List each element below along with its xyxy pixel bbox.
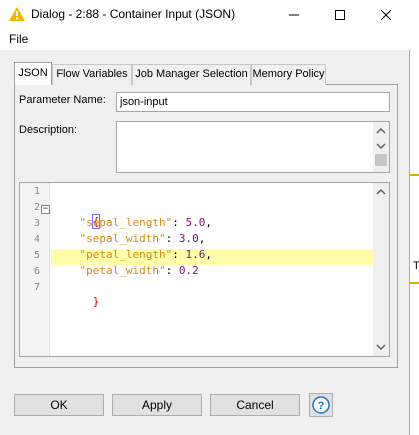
ok-button-label: OK — [50, 398, 68, 412]
code-line: "petal_length": 1.6, — [53, 247, 212, 262]
apply-button-label: Apply — [141, 398, 173, 412]
background-connector-line — [410, 174, 419, 176]
json-key: "sepal_width" — [79, 232, 166, 245]
tab-flow-variables[interactable]: Flow Variables — [52, 64, 132, 85]
line-number: 3 — [33, 218, 40, 229]
line-number: 6 — [33, 266, 40, 277]
fold-toggle-icon[interactable]: − — [41, 205, 50, 214]
line-number: 7 — [33, 282, 40, 293]
json-number: 5.0 — [185, 216, 206, 229]
code-line: "sepal_width": 3.0, — [53, 231, 206, 246]
close-button[interactable] — [363, 0, 409, 30]
line-number-gutter: 1 2 3 4 5 6 7 − — [20, 183, 50, 356]
line-number: 4 — [33, 234, 40, 245]
json-number: 3.0 — [178, 232, 199, 245]
editor-scrollbar[interactable] — [373, 183, 389, 356]
json-colon: : — [165, 232, 179, 245]
parameter-name-input[interactable] — [116, 92, 390, 112]
ok-button[interactable]: OK — [14, 394, 104, 416]
line-number: 1 — [33, 186, 40, 197]
dialog-window: Dialog - 2:88 - Container Input (JSON) F… — [0, 0, 410, 435]
background-text-fragment: T — [413, 260, 419, 272]
scroll-thumb[interactable] — [375, 154, 387, 166]
help-button[interactable]: ? — [309, 393, 333, 417]
code-line: "sepal_length": 5.0, — [53, 215, 212, 230]
close-icon — [381, 10, 391, 20]
json-comma: , — [205, 248, 212, 261]
json-key: "petal_width" — [79, 264, 166, 277]
tab-json[interactable]: JSON — [14, 62, 52, 85]
json-comma: , — [198, 232, 206, 245]
warning-icon — [9, 7, 25, 21]
help-glyph: ? — [318, 400, 325, 412]
menu-file[interactable]: File — [9, 32, 28, 46]
scroll-down-icon — [376, 344, 386, 351]
code-line: "petal_width": 0.2 — [53, 263, 199, 278]
description-label: Description: — [19, 124, 78, 136]
background-connector-line — [410, 282, 419, 284]
json-colon: : — [165, 264, 179, 277]
parameter-name-label: Parameter Name: — [19, 94, 106, 106]
tab-label: Job Manager Selection — [135, 68, 248, 80]
tab-label: Memory Policy — [252, 68, 325, 80]
code-line-open: { — [53, 199, 101, 229]
title-bar: Dialog - 2:88 - Container Input (JSON) — [0, 0, 410, 30]
json-key: "sepal_length" — [79, 216, 173, 229]
line-number: 2 — [33, 202, 40, 213]
close-brace: } — [92, 295, 100, 308]
window-title: Dialog - 2:88 - Container Input (JSON) — [31, 7, 236, 21]
description-scrollbar[interactable] — [373, 122, 389, 172]
code-line-close: } — [53, 279, 100, 308]
tab-memory-policy[interactable]: Memory Policy — [251, 64, 326, 85]
scroll-up-icon — [376, 188, 386, 195]
json-key: "petal_length" — [79, 248, 173, 261]
menu-bar: File — [0, 30, 410, 50]
help-icon: ? — [312, 396, 330, 414]
json-number: 1.6 — [185, 248, 206, 261]
minimize-button[interactable] — [271, 0, 317, 30]
scroll-down-icon — [376, 143, 386, 150]
maximize-button[interactable] — [317, 0, 363, 30]
json-colon: : — [172, 248, 186, 261]
tab-label: Flow Variables — [56, 68, 128, 80]
minimize-icon — [289, 14, 299, 16]
maximize-icon — [335, 10, 345, 20]
scroll-up-icon — [376, 127, 386, 134]
cancel-button-label: Cancel — [236, 398, 274, 412]
json-number: 0.2 — [178, 264, 199, 277]
json-comma: , — [205, 216, 212, 229]
json-colon: : — [172, 216, 186, 229]
json-editor[interactable]: 1 2 3 4 5 6 7 − { "sepal_length": 5.0, "… — [19, 182, 390, 357]
tab-label: JSON — [18, 67, 48, 79]
apply-button[interactable]: Apply — [112, 394, 202, 416]
tab-job-manager-selection[interactable]: Job Manager Selection — [132, 64, 251, 85]
description-textarea[interactable] — [116, 121, 390, 173]
cancel-button[interactable]: Cancel — [210, 394, 300, 416]
line-number: 5 — [33, 250, 40, 261]
